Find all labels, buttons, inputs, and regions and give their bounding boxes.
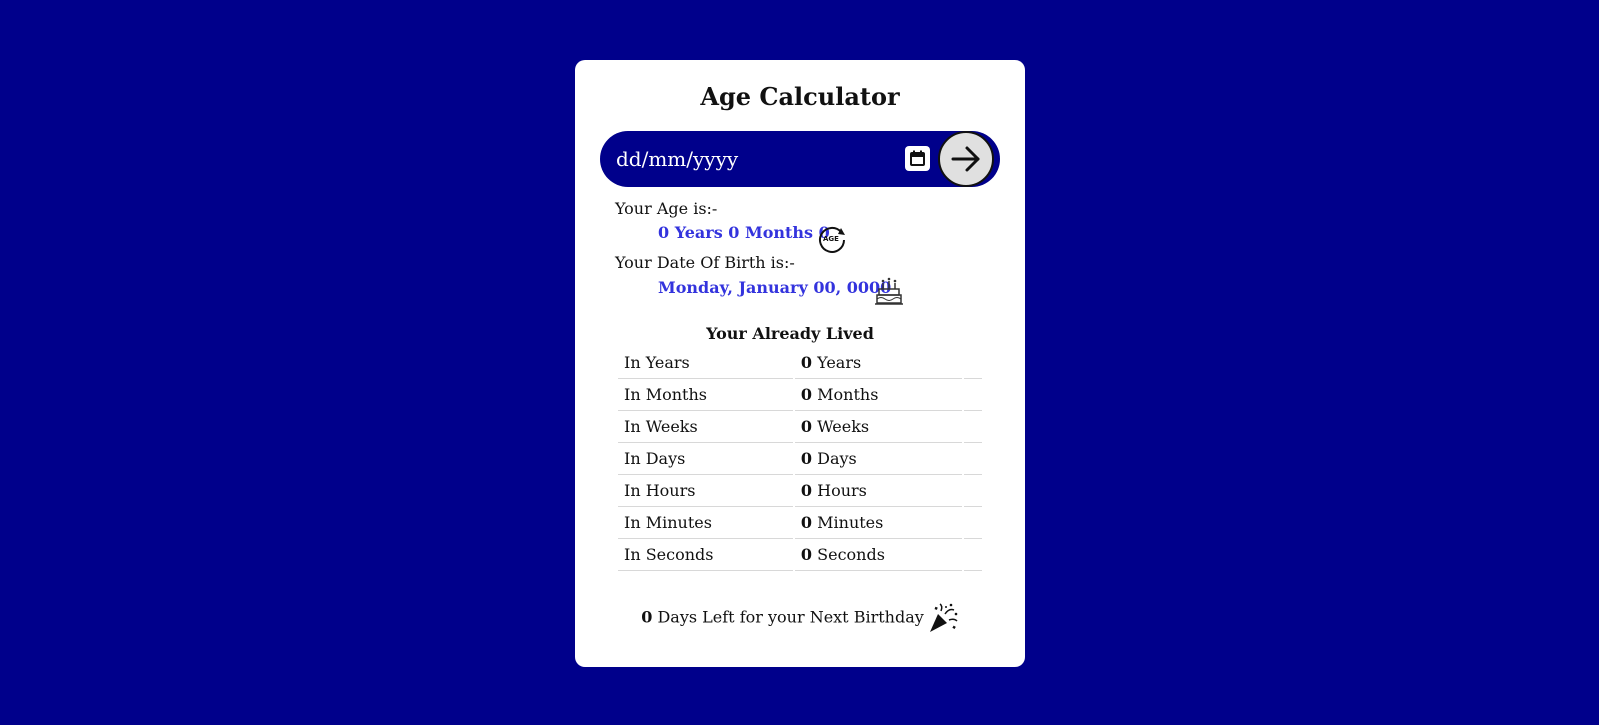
lived-row-spacer (963, 539, 982, 571)
lived-table: In Years 0 Years In Months 0 Months In Weeks… (616, 347, 984, 571)
arrow-right-icon (951, 146, 980, 172)
age-value: 0 Years 0 Months 0 (658, 223, 830, 242)
page-title: Age Calculator (700, 82, 900, 111)
submit-button[interactable] (938, 131, 994, 187)
next-birthday-days: 0 (641, 607, 653, 627)
date-input-bar: dd/mm/yyyy (600, 131, 1000, 187)
lived-row-value: 0 (800, 545, 813, 564)
cake-icon (875, 277, 903, 305)
lived-row: In Years 0 Years (618, 347, 982, 379)
lived-row-value-cell: 0 Weeks (794, 411, 962, 443)
lived-row-label: In Weeks (618, 411, 793, 443)
lived-row-label: In Seconds (618, 539, 793, 571)
lived-row-spacer (963, 347, 982, 379)
lived-row-value: 0 (800, 417, 813, 436)
next-birthday-line: 0 Days Left for your Next Birthday (575, 602, 1025, 634)
lived-row-value-cell: 0 Minutes (794, 507, 962, 539)
age-icon: AGE (819, 226, 845, 253)
lived-row-unit: Seconds (817, 545, 885, 564)
lived-row-value: 0 (800, 353, 813, 372)
dob-value: Monday, January 00, 0000 (658, 278, 892, 297)
date-input-field[interactable]: dd/mm/yyyy (616, 145, 738, 173)
lived-row-spacer (963, 507, 982, 539)
lived-row-label: In Years (618, 347, 793, 379)
lived-row-value: 0 (800, 481, 813, 500)
lived-row-unit: Months (817, 385, 879, 404)
lived-row-unit: Years (817, 353, 862, 372)
lived-row: In Months 0 Months (618, 379, 982, 411)
lived-row-value-cell: 0 Hours (794, 475, 962, 507)
lived-row: In Seconds 0 Seconds (618, 539, 982, 571)
lived-row-value-cell: 0 Seconds (794, 539, 962, 571)
svg-text:AGE: AGE (823, 235, 839, 243)
calendar-icon[interactable] (905, 146, 930, 171)
lived-row-unit: Hours (817, 481, 867, 500)
lived-row-label: In Days (618, 443, 793, 475)
lived-row-label: In Minutes (618, 507, 793, 539)
lived-row-spacer (963, 475, 982, 507)
lived-row-label: In Hours (618, 475, 793, 507)
lived-row-value: 0 (800, 449, 813, 468)
lived-title: Your Already Lived (706, 324, 874, 343)
lived-row-value-cell: 0 Months (794, 379, 962, 411)
lived-row-spacer (963, 379, 982, 411)
lived-row-label: In Months (618, 379, 793, 411)
lived-row-value-cell: 0 Days (794, 443, 962, 475)
lived-row-value: 0 (800, 513, 813, 532)
lived-row-unit: Weeks (817, 417, 870, 436)
lived-row: In Weeks 0 Weeks (618, 411, 982, 443)
lived-row-value: 0 (800, 385, 813, 404)
next-birthday-text: Days Left for your Next Birthday (657, 607, 924, 627)
lived-row-value-cell: 0 Years (794, 347, 962, 379)
lived-row: In Minutes 0 Minutes (618, 507, 982, 539)
lived-row: In Hours 0 Hours (618, 475, 982, 507)
lived-row-unit: Minutes (817, 513, 884, 532)
lived-row-spacer (963, 411, 982, 443)
lived-row-spacer (963, 443, 982, 475)
age-calculator-card: Age Calculator dd/mm/yyyy Your Age is:- … (575, 60, 1025, 667)
age-label: Your Age is:- (615, 199, 718, 218)
dob-label: Your Date Of Birth is:- (615, 253, 795, 272)
lived-row: In Days 0 Days (618, 443, 982, 475)
lived-row-unit: Days (817, 449, 857, 468)
party-popper-icon (929, 603, 958, 632)
